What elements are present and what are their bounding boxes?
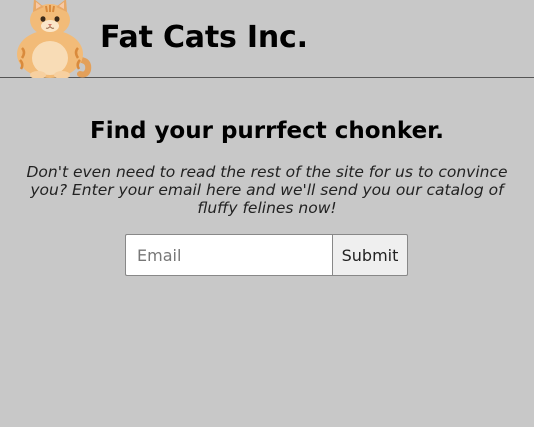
fat-cat-logo-icon (17, 0, 92, 78)
email-input[interactable] (125, 234, 332, 276)
submit-button[interactable]: Submit (332, 234, 408, 276)
hero-subtitle: Don't even need to read the rest of the … (26, 163, 508, 217)
hero-title: Find your purrfect chonker. (90, 118, 444, 144)
site-header: Fat Cats Inc. (0, 0, 534, 78)
email-signup-form: Submit (125, 234, 408, 276)
brand-title: Fat Cats Inc. (100, 20, 308, 55)
